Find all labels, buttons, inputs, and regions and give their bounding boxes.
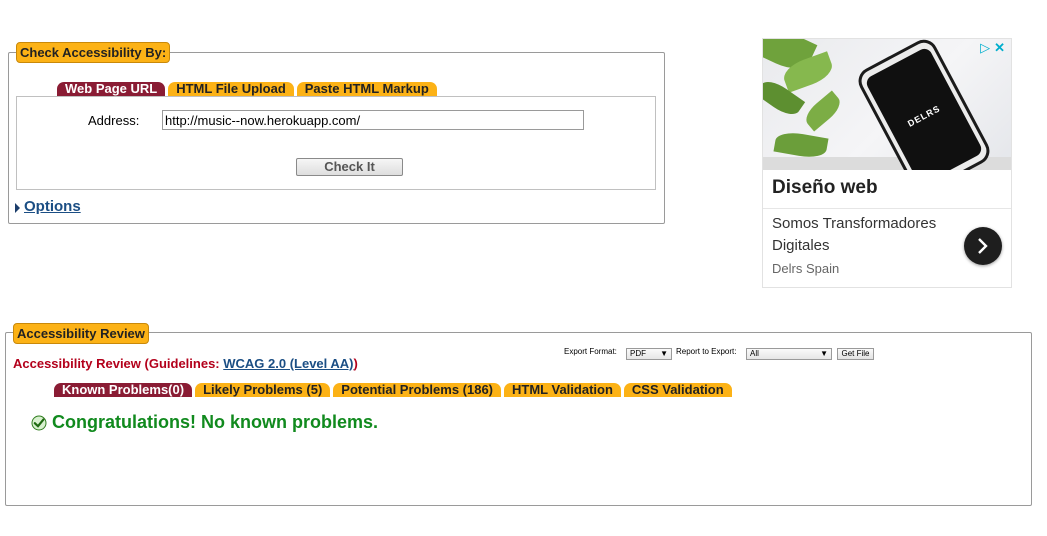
expand-triangle-icon: [15, 202, 20, 213]
tab-likely-problems[interactable]: Likely Problems (5): [195, 383, 331, 397]
check-method-tabs: Web Page URL HTML File Upload Paste HTML…: [57, 82, 437, 96]
export-format-label: Export Format:: [564, 347, 617, 356]
dropdown-arrow-icon: ▼: [660, 349, 668, 358]
report-to-export-select[interactable]: All ▼: [746, 348, 832, 360]
phone-brand: DELRS: [864, 46, 984, 170]
wcag-guideline-link[interactable]: WCAG 2.0 (Level AA): [223, 356, 353, 371]
advertisement[interactable]: DELRS ▷ ✕ Diseño web Somos Transformador…: [762, 38, 1012, 288]
tab-paste-html-markup[interactable]: Paste HTML Markup: [296, 82, 437, 96]
ad-image: DELRS: [763, 39, 1011, 170]
congrats-text: Congratulations! No known problems.: [52, 412, 379, 432]
check-accessibility-legend: Check Accessibility By:: [16, 42, 171, 63]
ad-choices[interactable]: ▷ ✕: [980, 41, 1005, 55]
tab-potential-problems[interactable]: Potential Problems (186): [333, 383, 502, 397]
review-result-tabs: Known Problems(0) Likely Problems (5) Po…: [54, 383, 732, 397]
ad-description[interactable]: Somos Transformadores Digitales: [772, 213, 962, 257]
review-title-suffix: ): [353, 356, 358, 371]
address-label: Address:: [88, 113, 140, 128]
plant-leaf-icon: [773, 129, 829, 161]
ad-divider: [763, 208, 1011, 209]
tab-web-page-url[interactable]: Web Page URL: [57, 82, 166, 96]
tab-css-validation[interactable]: CSS Validation: [623, 383, 732, 397]
ad-choices-icon[interactable]: ▷: [980, 41, 990, 55]
export-format-value: PDF: [630, 349, 646, 358]
plant-leaf-icon: [801, 90, 845, 132]
smartphone-image: DELRS: [853, 39, 995, 170]
tab-html-validation[interactable]: HTML Validation: [504, 383, 621, 397]
address-input[interactable]: [162, 110, 584, 130]
ad-headline[interactable]: Diseño web: [772, 177, 878, 199]
chevron-right-icon: [978, 238, 988, 254]
ad-brand[interactable]: Delrs Spain: [772, 261, 839, 276]
checkmark-icon: [31, 415, 47, 430]
congrats-message: Congratulations! No known problems.: [31, 412, 378, 433]
report-to-export-value: All: [750, 349, 759, 358]
check-it-button[interactable]: Check It: [296, 158, 403, 176]
export-format-select[interactable]: PDF ▼: [626, 348, 672, 360]
get-file-button[interactable]: Get File: [837, 348, 874, 360]
options-link[interactable]: Options: [24, 198, 81, 215]
tab-html-file-upload[interactable]: HTML File Upload: [168, 82, 294, 96]
options-toggle[interactable]: Options: [15, 198, 81, 215]
accessibility-review-legend: Accessibility Review: [13, 323, 149, 344]
ad-open-button[interactable]: [964, 227, 1002, 265]
report-to-export-label: Report to Export:: [676, 347, 737, 356]
dropdown-arrow-icon: ▼: [820, 349, 828, 358]
close-icon[interactable]: ✕: [994, 41, 1005, 55]
review-title: Accessibility Review (Guidelines: WCAG 2…: [13, 356, 358, 371]
review-title-prefix: Accessibility Review (Guidelines:: [13, 356, 224, 371]
tab-known-problems[interactable]: Known Problems(0): [54, 383, 193, 397]
